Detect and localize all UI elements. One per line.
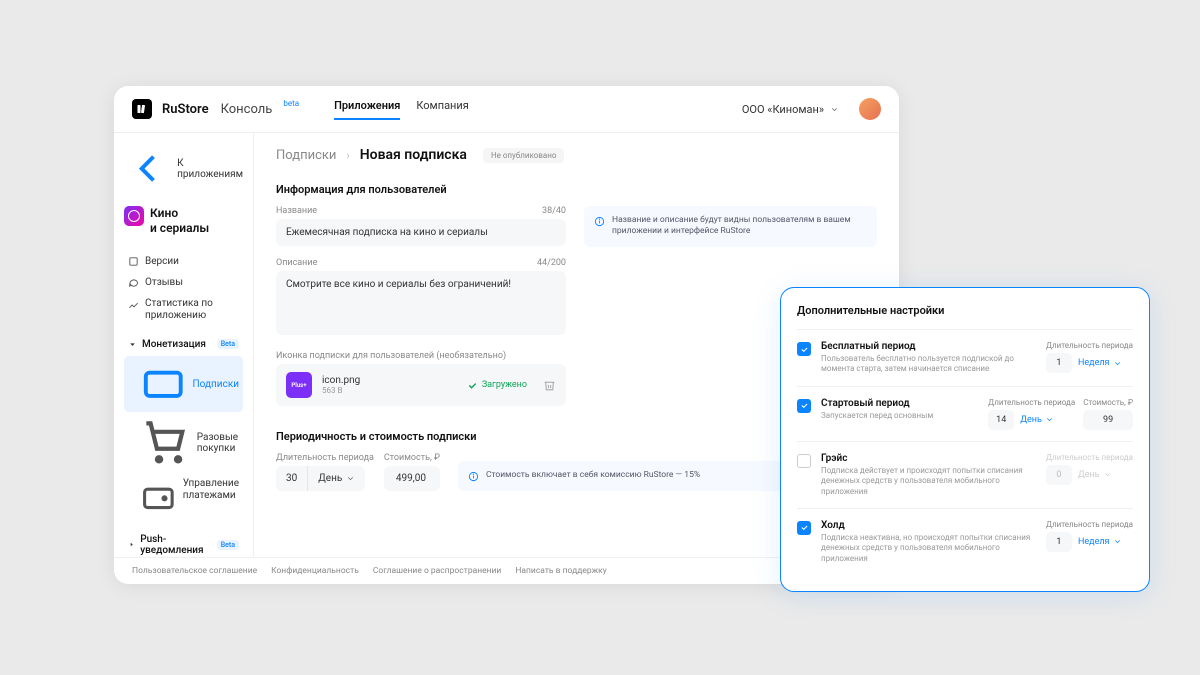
chevron-down-icon: [1045, 415, 1054, 424]
chevron-down-icon: [1113, 537, 1122, 546]
tab-apps[interactable]: Приложения: [334, 99, 400, 120]
sub-purchases[interactable]: Разовые покупки: [124, 412, 243, 473]
opt-hold: Холд Подписка неактивна, но происходят п…: [797, 508, 1133, 575]
org-selector[interactable]: ООО «Киноман»: [742, 103, 839, 116]
nav-stats[interactable]: Статистика по приложению: [124, 293, 243, 327]
group-monetization[interactable]: Монетизация Beta: [124, 333, 243, 356]
chat-icon: [128, 277, 139, 288]
crumb-current: Новая подписка: [360, 147, 467, 163]
opt-start-period: Стартовый период Запускается перед основ…: [797, 386, 1133, 441]
section-user-info: Информация для пользователей: [276, 183, 877, 196]
card-icon: [140, 361, 187, 408]
avatar[interactable]: [859, 98, 881, 120]
cost-label: Стоимость, ₽: [384, 453, 440, 463]
trash-icon[interactable]: [543, 379, 556, 392]
desc-label: Описание: [276, 258, 317, 268]
period-input[interactable]: 30 День: [276, 466, 374, 491]
wallet-icon: [140, 480, 177, 517]
triangle-down-icon: [128, 340, 137, 349]
desc-input[interactable]: [276, 271, 566, 335]
footer-privacy[interactable]: Конфиденциальность: [271, 566, 359, 576]
panel-title: Дополнительные настройки: [797, 304, 1133, 317]
back-label: К приложениям: [177, 158, 243, 180]
breadcrumb: Подписки › Новая подписка Не опубликован…: [276, 147, 877, 163]
brand-text: RuStore: [162, 102, 209, 117]
cost-value[interactable]: 99: [1083, 410, 1133, 430]
chart-icon: [128, 300, 139, 311]
name-counter: 38/40: [542, 206, 566, 216]
period-value: 0: [1046, 465, 1072, 485]
file-size: 563 B: [322, 386, 360, 395]
chevron-down-icon: [346, 474, 355, 483]
cost-input[interactable]: 499,00: [384, 466, 440, 491]
beta-badge: Beta: [217, 339, 239, 349]
cart-icon: [140, 417, 191, 468]
app-header: Кино и сериалы: [124, 206, 243, 235]
logo-icon: [132, 99, 152, 119]
crumb-parent[interactable]: Подписки: [276, 148, 336, 163]
desc-counter: 44/200: [537, 258, 566, 268]
name-input[interactable]: [276, 219, 566, 246]
triangle-right-icon: [128, 540, 135, 549]
footer-dist[interactable]: Соглашение о распространении: [373, 566, 502, 576]
opt-grace: Грэйс Подписка действует и происходят по…: [797, 441, 1133, 508]
beta-badge: Beta: [217, 540, 239, 550]
period-value[interactable]: 1: [1046, 532, 1072, 552]
checkbox[interactable]: [797, 342, 811, 356]
nav-versions[interactable]: Версии: [124, 251, 243, 272]
period-value[interactable]: 1: [1046, 353, 1072, 373]
console-text: Консоль: [221, 102, 273, 117]
settings-panel: Дополнительные настройки Бесплатный пери…: [780, 287, 1150, 592]
tab-company[interactable]: Компания: [416, 99, 468, 120]
check-icon: [467, 380, 478, 391]
back-link[interactable]: К приложениям: [124, 145, 243, 192]
unit-select[interactable]: День: [1018, 410, 1056, 430]
checkbox[interactable]: [797, 454, 811, 468]
upload-status: Загружено: [467, 380, 527, 391]
footer-tos[interactable]: Пользовательское соглашение: [132, 566, 257, 576]
app-name: Кино и сериалы: [150, 206, 209, 235]
icon-label: Иконка подписки для пользователей (необя…: [276, 351, 506, 361]
info-icon: [468, 471, 479, 482]
upload-row: Plus+ icon.png 563 B Загружено: [276, 364, 566, 406]
name-label: Название: [276, 206, 317, 216]
chevron-down-icon: [1103, 470, 1112, 479]
info-hint-1: Название и описание будут видны пользова…: [584, 206, 877, 247]
checkbox[interactable]: [797, 521, 811, 535]
period-label: Длительность периода: [276, 453, 374, 463]
footer-support[interactable]: Написать в поддержку: [515, 566, 606, 576]
org-name: ООО «Киноман»: [742, 103, 824, 116]
unit-select: День: [1076, 465, 1114, 485]
beta-badge: beta: [283, 99, 299, 108]
file-name: icon.png: [322, 375, 360, 386]
nav-reviews[interactable]: Отзывы: [124, 272, 243, 293]
chevron-down-icon: [1113, 359, 1122, 368]
arrow-left-icon: [124, 145, 171, 192]
period-value[interactable]: 14: [988, 410, 1014, 430]
checkbox[interactable]: [797, 399, 811, 413]
opt-free-period: Бесплатный период Пользователь бесплатно…: [797, 329, 1133, 386]
sub-subscriptions[interactable]: Подписки: [124, 356, 243, 413]
topbar: RuStore Консоль beta Приложения Компания…: [114, 86, 899, 133]
chevron-down-icon: [830, 105, 839, 114]
unit-select[interactable]: Неделя: [1076, 353, 1124, 373]
group-push[interactable]: Push-уведомления Beta: [124, 528, 243, 557]
sub-payments[interactable]: Управление платежами: [124, 473, 243, 522]
sidebar: К приложениям Кино и сериалы Версии Отзы…: [114, 133, 254, 557]
info-icon: [594, 216, 605, 227]
status-badge: Не опубликовано: [483, 148, 564, 163]
unit-select[interactable]: Неделя: [1076, 532, 1124, 552]
chevron-right-icon: ›: [346, 149, 349, 162]
app-icon: [124, 206, 144, 226]
upload-thumb: Plus+: [286, 372, 312, 398]
box-icon: [128, 256, 139, 267]
header-tabs: Приложения Компания: [334, 99, 469, 120]
